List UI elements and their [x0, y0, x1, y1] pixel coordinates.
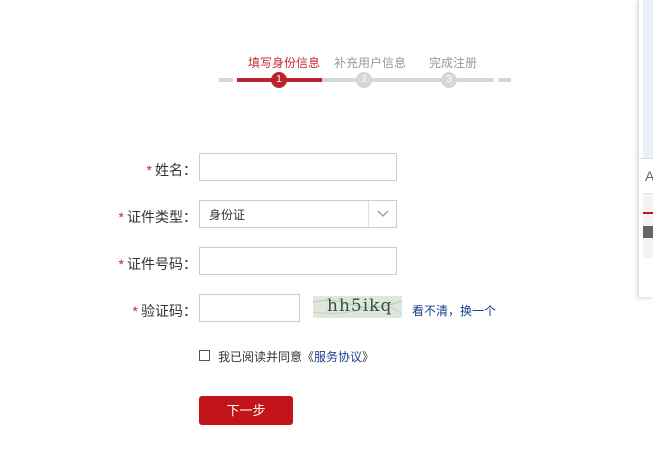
progress-track-end	[498, 78, 511, 82]
captcha-image-text: hh5ikq	[327, 296, 393, 316]
step-2-label: 补充用户信息	[334, 56, 407, 70]
name-label-text: 姓名：	[155, 162, 197, 178]
id-type-select[interactable]: 身份证	[199, 200, 397, 228]
side-panel-letter: A	[645, 168, 653, 184]
step-3-circle: 3	[441, 72, 457, 88]
step-3-label: 完成注册	[429, 56, 478, 70]
step-1-circle: 1	[271, 72, 287, 88]
progress-track-start	[219, 78, 233, 82]
captcha-refresh-link[interactable]: 看不清，换一个	[412, 302, 496, 319]
side-panel-thumbnail-accent	[643, 212, 653, 214]
side-panel-divider	[638, 158, 653, 159]
progress-track-inactive	[322, 78, 494, 82]
step-progress: 填写身份信息 补充用户信息 完成注册 1 2 3	[0, 0, 653, 100]
captcha-input[interactable]	[199, 294, 300, 322]
step-1-label: 填写身份信息	[248, 56, 321, 70]
agree-checkbox[interactable]	[199, 350, 210, 361]
service-agreement-link[interactable]: 服务协议	[314, 350, 362, 364]
captcha-image[interactable]: hh5ikq	[313, 296, 402, 318]
id-number-input[interactable]	[199, 247, 397, 275]
next-button[interactable]: 下一步	[199, 396, 293, 425]
name-label: * 姓名：	[147, 160, 197, 180]
id-type-value: 身份证	[209, 207, 246, 222]
side-panel-header	[643, 0, 653, 158]
side-panel-thumbnail-dark	[643, 226, 653, 238]
chevron-down-icon[interactable]	[368, 201, 396, 227]
step-2-circle: 2	[356, 72, 372, 88]
agree-suffix: 》	[362, 350, 375, 364]
name-input[interactable]	[199, 153, 397, 181]
id-number-label-text: 证件号码：	[127, 256, 197, 272]
required-mark: *	[146, 162, 152, 178]
captcha-label: * 验证码：	[133, 301, 197, 321]
agree-prefix: 我已阅读并同意《	[218, 350, 315, 364]
required-mark: *	[132, 303, 138, 319]
agree-text: 我已阅读并同意《服务协议》	[218, 348, 374, 365]
required-mark: *	[118, 256, 124, 272]
id-type-label-text: 证件类型：	[127, 209, 197, 225]
id-type-label: * 证件类型：	[119, 207, 197, 227]
captcha-label-text: 验证码：	[141, 303, 197, 319]
id-number-label: * 证件号码：	[119, 254, 197, 274]
required-mark: *	[118, 209, 124, 225]
